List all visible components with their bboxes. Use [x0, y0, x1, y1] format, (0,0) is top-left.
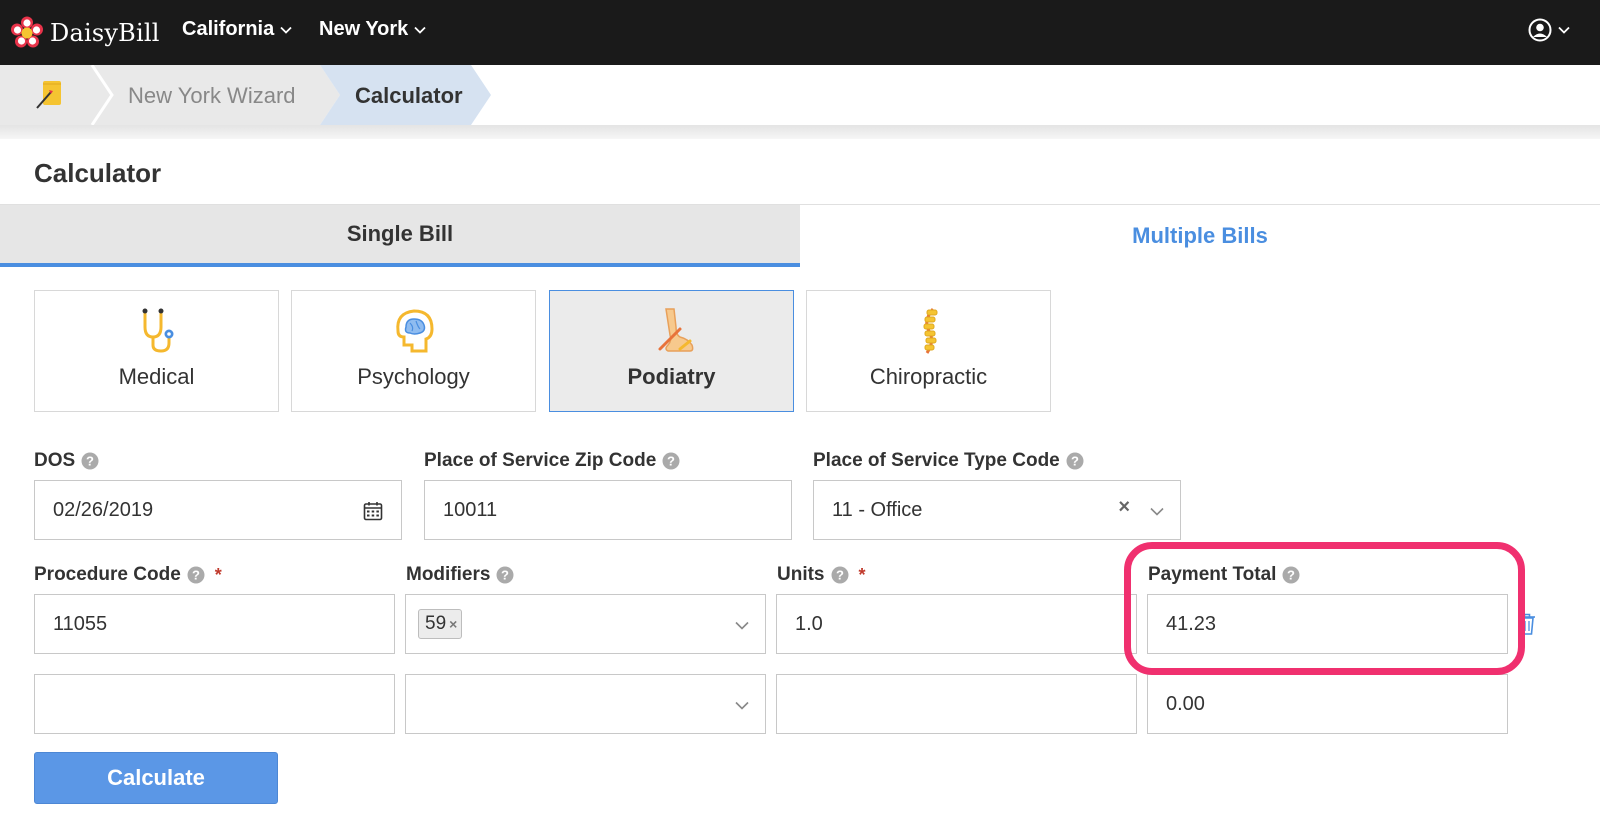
breadcrumb-item-new-york-wizard[interactable]: New York Wizard	[128, 83, 296, 109]
chevron-down-icon	[1558, 26, 1570, 34]
help-icon[interactable]: ?	[1282, 566, 1300, 584]
units-label: Units ? *	[777, 564, 866, 586]
procedure-code-input[interactable]: 11055	[34, 594, 395, 654]
provider-type-label: Podiatry	[627, 364, 716, 389]
breadcrumb: New York Wizard Calculator	[0, 65, 1600, 125]
brain-icon	[395, 309, 434, 353]
procedure-code-input[interactable]	[34, 674, 395, 734]
provider-type-label: Chiropractic	[869, 364, 988, 389]
payment-total-label-text: Payment Total	[1148, 564, 1277, 585]
svg-text:?: ?	[667, 454, 675, 469]
nav-item-label: California	[182, 18, 275, 40]
daisy-flower-icon	[11, 16, 43, 48]
svg-text:?: ?	[836, 568, 844, 583]
modifiers-select[interactable]	[405, 674, 766, 734]
nav-item-label: New York	[319, 18, 409, 40]
provider-type-label: Psychology	[357, 364, 470, 389]
modifiers-select[interactable]: 59 ×	[405, 594, 766, 654]
modifiers-label: Modifiers ?	[406, 564, 514, 586]
top-navbar: DaisyBill California New York	[0, 0, 1600, 65]
zip-label: Place of Service Zip Code ?	[424, 450, 680, 472]
breadcrumb-item-calculator: Calculator	[355, 83, 463, 108]
pos-type-select[interactable]: 11 - Office ×	[813, 480, 1181, 540]
payment-total-input[interactable]: 41.23	[1147, 594, 1508, 654]
provider-type-podiatry[interactable]: Podiatry	[549, 290, 794, 412]
dos-input[interactable]: 02/26/2019	[34, 480, 402, 540]
units-input[interactable]: 1.0	[776, 594, 1137, 654]
procedure-code-label: Procedure Code ? *	[34, 564, 222, 586]
modifier-tag: 59 ×	[418, 609, 463, 639]
svg-text:?: ?	[1287, 568, 1295, 583]
units-value: 1.0	[795, 612, 823, 635]
payment-total-input[interactable]: 0.00	[1147, 674, 1508, 734]
spine-icon	[923, 308, 937, 354]
provider-type-label: Medical	[118, 364, 195, 389]
pos-type-label: Place of Service Type Code ?	[813, 450, 1084, 472]
zip-value: 10011	[443, 498, 498, 521]
foot-icon	[658, 308, 693, 352]
svg-text:?: ?	[501, 568, 509, 583]
help-icon[interactable]: ?	[831, 566, 849, 584]
chevron-down-icon[interactable]	[735, 621, 749, 630]
trash-icon[interactable]	[1518, 612, 1536, 636]
svg-text:?: ?	[1071, 454, 1079, 469]
modifiers-label-text: Modifiers	[406, 564, 491, 585]
help-icon[interactable]: ?	[81, 452, 99, 470]
provider-type-psychology[interactable]: Psychology	[291, 290, 536, 412]
nav-new-york-dropdown[interactable]: New York	[319, 18, 426, 41]
pos-type-value: 11 - Office	[832, 498, 923, 521]
provider-type-chiropractic[interactable]: Chiropractic	[806, 290, 1051, 412]
dos-label-text: DOS	[34, 450, 76, 471]
units-label-text: Units	[777, 564, 825, 585]
modifier-tag-label: 59	[425, 613, 447, 634]
user-circle-icon	[1528, 18, 1552, 42]
help-icon[interactable]: ?	[187, 566, 205, 584]
zip-label-text: Place of Service Zip Code	[424, 450, 657, 471]
brand-logo-link[interactable]: DaisyBill	[10, 15, 160, 51]
tab-single-bill[interactable]: Single Bill	[0, 205, 800, 267]
required-marker: *	[214, 564, 222, 585]
procedure-code-value: 11055	[53, 612, 108, 635]
payment-total-value: 41.23	[1166, 612, 1217, 635]
pos-type-label-text: Place of Service Type Code	[813, 450, 1060, 471]
wizard-note-icon[interactable]	[35, 78, 65, 112]
stethoscope-icon	[142, 308, 173, 353]
bill-mode-tabs: Single Bill Multiple Bills	[0, 205, 1600, 267]
dos-value: 02/26/2019	[53, 498, 154, 521]
required-marker: *	[858, 564, 866, 585]
page-title: Calculator	[34, 158, 162, 188]
calculate-button[interactable]: Calculate	[34, 752, 278, 804]
units-input[interactable]	[776, 674, 1137, 734]
provider-type-medical[interactable]: Medical	[34, 290, 279, 412]
svg-text:?: ?	[86, 454, 94, 469]
procedure-code-label-text: Procedure Code	[34, 564, 181, 585]
chevron-down-icon[interactable]	[735, 701, 749, 710]
payment-total-label: Payment Total ?	[1148, 564, 1300, 586]
chevron-down-icon	[414, 26, 426, 34]
user-menu-dropdown[interactable]	[1528, 18, 1570, 42]
zip-input[interactable]: 10011	[424, 480, 792, 540]
nav-california-dropdown[interactable]: California	[182, 18, 292, 41]
help-icon[interactable]: ?	[662, 452, 680, 470]
clear-icon[interactable]: ×	[1118, 496, 1130, 519]
chevron-down-icon	[280, 26, 292, 34]
svg-text:?: ?	[192, 568, 200, 583]
help-icon[interactable]: ?	[496, 566, 514, 584]
breadcrumb-shadow	[0, 125, 1600, 139]
payment-total-value: 0.00	[1166, 692, 1205, 715]
help-icon[interactable]: ?	[1066, 452, 1084, 470]
brand-name: DaisyBill	[50, 19, 160, 47]
calendar-icon[interactable]	[363, 501, 383, 521]
chevron-down-icon[interactable]	[1150, 507, 1164, 516]
remove-tag-icon[interactable]: ×	[449, 616, 457, 632]
dos-label: DOS ?	[34, 450, 99, 472]
tab-multiple-bills[interactable]: Multiple Bills	[800, 205, 1600, 267]
